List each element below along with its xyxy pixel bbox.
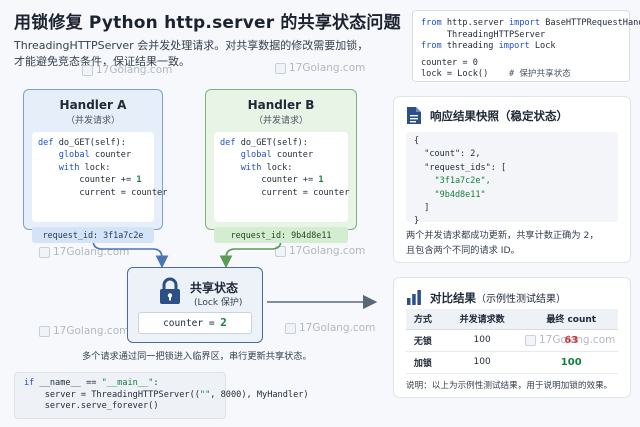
json-line: "request_ids": [ (414, 162, 507, 173)
handler-a-title: Handler A (59, 98, 127, 112)
json-response: { "count": 2, "request_ids": [ "3f1a7c2e… (406, 132, 618, 226)
json-line: } (414, 216, 420, 227)
main-code-block: if __name__ == "__main__": server = Thre… (14, 372, 309, 419)
json-line: "count": 2, (414, 149, 481, 160)
code-line: global counter (58, 150, 132, 161)
code-line: with lock: (240, 162, 293, 173)
code-line: counter += 1 (261, 175, 324, 186)
handler-b-code: def do_GET(self): global counter with lo… (214, 132, 350, 222)
handler-b-title: Handler B (247, 98, 315, 112)
handler-a-request-id: request_id: 3f1a7c2e (32, 227, 154, 243)
handler-b-subtitle: （并发请求） (253, 116, 308, 126)
comparison-title: 对比结果（示例性测试结果） (430, 291, 566, 305)
json-line: { (414, 136, 420, 146)
lock-icon (160, 277, 180, 304)
table-header-row: 方式 并发请求数 最终 count (406, 309, 618, 330)
snapshot-note: 两个并发请求都成功更新，共享计数正确为 2， 且包含两个不同的请求 ID。 (406, 230, 599, 256)
count-value-good: 100 (560, 356, 582, 368)
snapshot-header: 响应结果快照（稳定状态） (406, 106, 568, 125)
table-row: 加锁 100 100 (406, 351, 618, 374)
code-line: with lock: (58, 162, 111, 173)
counter-value-box: counter = 2 (138, 312, 252, 334)
handler-b-request-id: request_id: 9b4d8e11 (214, 227, 348, 243)
code-line: counter += 1 (79, 175, 142, 186)
comparison-note: 说明：以上为示例性测试结果，用于说明加锁的效果。 (406, 381, 613, 391)
handler-a-card: Handler A （并发请求） def do_GET(self): globa… (23, 89, 168, 243)
requests-cell: 100 (439, 329, 525, 352)
snapshot-title: 响应结果快照（稳定状态） (430, 108, 568, 123)
shared-state-title: 共享状态 (190, 281, 239, 295)
json-line: "3f1a7c2e", (414, 176, 491, 187)
code-line: def do_GET(self): (38, 138, 126, 148)
code-line: global counter (240, 150, 314, 161)
column-header: 方式 (406, 309, 440, 330)
shared-state-subtitle: (Lock 保护) (194, 298, 243, 308)
code-line: server = ThreadingHTTPServer(("", 8000),… (24, 389, 309, 400)
flow-caption: 多个请求通过同一把锁进入临界区，串行更新共享状态。 (82, 351, 312, 362)
column-header: 并发请求数 (439, 309, 525, 330)
document-icon (407, 107, 421, 124)
column-header: 最终 count (524, 309, 618, 330)
watermark: 17Golang.com (525, 334, 615, 346)
watermark-logo-icon (525, 334, 536, 346)
handler-b-card: Handler B （并发请求） def do_GET(self): globa… (205, 89, 357, 243)
json-line: ] (414, 203, 430, 214)
code-line: if __name__ == "__main__": (24, 378, 159, 388)
shared-state-card: 共享状态 (Lock 保护) counter = 2 (127, 267, 263, 343)
code-line: current = counter (79, 187, 168, 198)
requests-cell: 100 (439, 351, 525, 374)
count-cell: 100 (524, 351, 618, 374)
comparison-header: 对比结果（示例性测试结果） (406, 287, 566, 306)
code-line: def do_GET(self): (220, 138, 308, 148)
counter-value: 2 (220, 316, 227, 329)
code-line: server.serve_forever() (24, 401, 159, 411)
method-cell: 无锁 (406, 329, 440, 352)
code-line: current = counter (261, 187, 350, 198)
bar-chart-icon (407, 289, 421, 305)
method-cell: 加锁 (406, 351, 440, 374)
response-snapshot-panel: 响应结果快照（稳定状态） { "count": 2, "request_ids"… (393, 96, 631, 263)
handler-a-code: def do_GET(self): global counter with lo… (32, 132, 168, 222)
json-line: "9b4d8e11" (414, 189, 486, 200)
handler-a-subtitle: （并发请求） (65, 116, 120, 126)
